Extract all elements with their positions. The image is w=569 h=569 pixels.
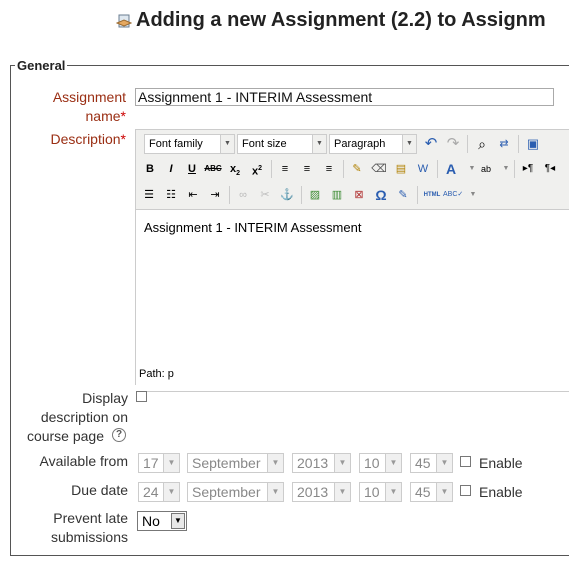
underline-icon[interactable]: U	[182, 159, 202, 179]
image-icon[interactable]: ▨	[305, 185, 325, 205]
chevron-down-icon: ▼	[163, 454, 179, 472]
due-hour-select[interactable]: 10 ▼	[359, 482, 402, 502]
assignment-name-label: Assignment name*	[52, 89, 126, 124]
toolbar-separator	[514, 160, 515, 178]
display-description-checkbox[interactable]	[136, 391, 147, 402]
chevron-down-icon: ▼	[312, 135, 326, 153]
chevron-down-icon: ▼	[385, 483, 401, 501]
due-day-select[interactable]: 24 ▼	[138, 482, 180, 502]
eraser-icon[interactable]: ⌫	[369, 159, 389, 179]
prevent-late-label: Prevent late submissions	[50, 510, 128, 545]
rtl-icon[interactable]: ¶◂	[540, 159, 560, 179]
toolbar-separator	[301, 186, 302, 204]
media-icon[interactable]: ▥	[327, 185, 347, 205]
toolbar-separator	[437, 160, 438, 178]
bullet-list-icon[interactable]: ☰	[139, 185, 159, 205]
assignment-icon	[116, 14, 132, 28]
text-color-icon[interactable]: A	[441, 159, 461, 179]
chevron-down-icon: ▼	[402, 135, 416, 153]
description-label: Description*	[50, 131, 126, 147]
editor-toolbar-row-3-buttons: ☰ ☷ ⇤ ⇥ ∞ ✂ ⚓ ▨ ▥ ⊠ Ω ✎ HTML ABC✓ ▼	[139, 185, 569, 207]
chevron-down-icon: ▼	[385, 454, 401, 472]
due-enable-label: Enable	[479, 484, 523, 500]
chevron-down-icon: ▼	[334, 483, 350, 501]
available-enable-checkbox[interactable]	[460, 456, 471, 467]
html-icon[interactable]: HTML	[421, 185, 443, 205]
edit-icon[interactable]: ✎	[393, 185, 413, 205]
cleanup-icon[interactable]: ✎	[347, 159, 367, 179]
editor-status-path: Path: p	[139, 368, 174, 380]
align-left-icon[interactable]: ≡	[275, 159, 295, 179]
italic-icon[interactable]: I	[161, 159, 181, 179]
chevron-down-icon[interactable]: ▼	[496, 159, 516, 179]
toolbar-separator	[343, 160, 344, 178]
general-legend: General	[17, 58, 66, 73]
special-char-icon[interactable]: Ω	[371, 185, 391, 205]
chevron-down-icon: ▼	[267, 483, 283, 501]
subscript-icon[interactable]: x2	[225, 159, 245, 179]
available-enable-label: Enable	[479, 455, 523, 471]
available-minute-select[interactable]: 45 ▼	[410, 453, 453, 473]
chevron-down-icon[interactable]: ▼	[463, 185, 483, 205]
due-year-select[interactable]: 2013 ▼	[292, 482, 351, 502]
undo-icon[interactable]: ↶	[421, 134, 441, 154]
toolbar-separator	[467, 135, 468, 153]
available-from-label: Available from	[39, 453, 128, 469]
available-day-select[interactable]: 17 ▼	[138, 453, 180, 473]
due-month-select[interactable]: September ▼	[187, 482, 284, 502]
prevent-late-select[interactable]: No ▼	[137, 511, 187, 531]
chevron-down-icon: ▼	[267, 454, 283, 472]
assignment-name-input[interactable]	[135, 88, 554, 106]
editor-content-area[interactable]: Assignment 1 - INTERIM Assessment	[136, 209, 569, 392]
editor-content-text: Assignment 1 - INTERIM Assessment	[144, 220, 362, 235]
link-icon[interactable]: ∞	[233, 185, 253, 205]
indent-icon[interactable]: ⇥	[205, 185, 225, 205]
fullscreen-icon[interactable]: ▣	[523, 134, 543, 154]
align-center-icon[interactable]: ≡	[297, 159, 317, 179]
redo-icon[interactable]: ↷	[443, 134, 463, 154]
required-marker: *	[120, 131, 126, 147]
numbered-list-icon[interactable]: ☷	[161, 185, 181, 205]
toolbar-separator	[229, 186, 230, 204]
unlink-icon[interactable]: ✂	[255, 185, 275, 205]
description-editor: Font family ▼ Font size ▼ Paragraph ▼ ↶ ↷ ⌕…	[135, 129, 569, 392]
chevron-down-icon: ▼	[436, 454, 452, 472]
required-marker: *	[120, 108, 126, 124]
due-enable-checkbox[interactable]	[460, 485, 471, 496]
ltr-icon[interactable]: ▸¶	[518, 159, 538, 179]
chevron-down-icon: ▼	[163, 483, 179, 501]
help-icon[interactable]: ?	[112, 428, 126, 442]
chevron-down-icon: ▼	[220, 135, 234, 153]
due-minute-select[interactable]: 45 ▼	[410, 482, 453, 502]
toolbar-separator	[271, 160, 272, 178]
chevron-down-icon: ▼	[436, 483, 452, 501]
available-month-select[interactable]: September ▼	[187, 453, 284, 473]
due-date-label: Due date	[71, 482, 128, 498]
paste-word-icon[interactable]: W	[413, 159, 433, 179]
outdent-icon[interactable]: ⇤	[183, 185, 203, 205]
bold-icon[interactable]: B	[140, 159, 160, 179]
superscript-icon[interactable]: x2	[247, 159, 267, 179]
find-icon[interactable]: ⌕	[472, 134, 492, 154]
available-hour-select[interactable]: 10 ▼	[359, 453, 402, 473]
chevron-down-icon: ▼	[334, 454, 350, 472]
toolbar-separator	[518, 135, 519, 153]
spellcheck-icon[interactable]: ABC✓	[443, 185, 463, 205]
available-year-select[interactable]: 2013 ▼	[292, 453, 351, 473]
format-select[interactable]: Paragraph ▼	[329, 134, 417, 154]
toolbar-separator	[417, 186, 418, 204]
strikethrough-icon[interactable]: ABC	[203, 159, 223, 179]
chevron-down-icon: ▼	[171, 513, 185, 529]
anchor-icon[interactable]: ⚓	[277, 185, 297, 205]
font-size-select[interactable]: Font size ▼	[237, 134, 327, 154]
background-color-icon[interactable]: ab	[476, 159, 496, 179]
paste-text-icon[interactable]: ▤	[391, 159, 411, 179]
emoticon-icon[interactable]: ⊠	[349, 185, 369, 205]
replace-icon[interactable]: ⇄	[494, 134, 514, 154]
align-right-icon[interactable]: ≡	[319, 159, 339, 179]
font-family-select[interactable]: Font family ▼	[144, 134, 235, 154]
